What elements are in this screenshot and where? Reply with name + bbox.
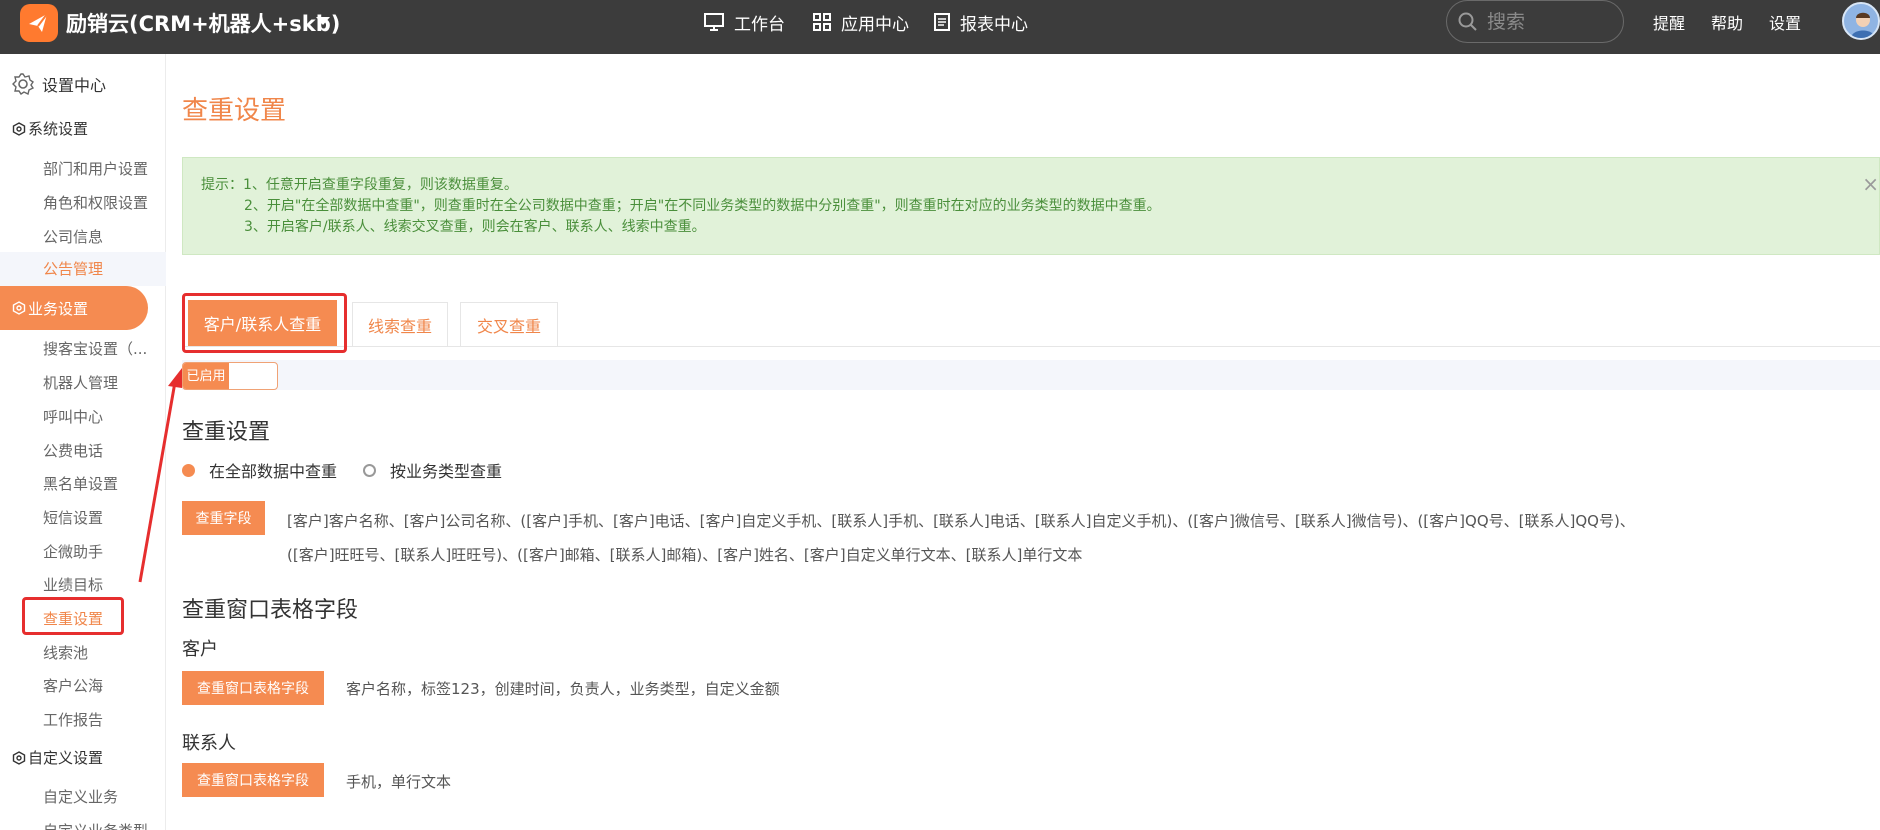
gear-icon [12,73,34,95]
sidebar-title-label: 设置中心 [42,76,107,95]
sidebar-item-custom-business[interactable]: 自定义业务 [43,786,153,807]
nav-app-center-label: 应用中心 [841,14,909,35]
sidebar-item-custom-business-type[interactable]: 自定义业务类型 [43,820,153,830]
app-logo-icon[interactable] [20,4,58,42]
tip-line-2: 2、开启"在全部数据中查重"，则查重时在全公司数据中查重；开启"在不同业务类型的… [244,198,1161,214]
radio-all-data[interactable]: 在全部数据中查重 [182,458,337,482]
radio-unselected-indicator [363,463,376,477]
sidebar-item-public-phone[interactable]: 公费电话 [43,440,153,461]
tab-lead-dedup[interactable]: 线索查重 [352,302,448,346]
radio-by-business-type-label: 按业务类型查重 [390,462,503,481]
contact-section-label: 联系人 [182,733,236,754]
nav-workbench-label: 工作台 [734,14,785,35]
customer-window-fields-button[interactable]: 查重窗口表格字段 [182,671,324,705]
settings-hex-icon [12,121,26,136]
contact-window-fields-button[interactable]: 查重窗口表格字段 [182,763,324,797]
nav-report-center[interactable]: 报表中心 [934,10,1028,35]
sidebar-group-system-label: 系统设置 [28,120,89,138]
sidebar: 设置中心 系统设置 部门和用户设置 角色和权限设置 公司信息 公告管理 业务设置… [0,54,166,830]
sidebar-group-custom-label: 自定义设置 [28,749,104,767]
tip-alert: 提示：1、任意开启查重字段重复，则该数据重复。 2、开启"在全部数据中查重"，则… [182,157,1880,255]
annotation-highlight-sidebar [22,597,124,635]
radio-by-business-type[interactable]: 按业务类型查重 [363,458,502,482]
search-box[interactable] [1446,0,1624,43]
monitor-icon [704,13,724,31]
sidebar-item-sms[interactable]: 短信设置 [43,507,153,528]
dedup-settings-heading: 查重设置 [182,420,271,445]
dedup-fields-list: [客户]客户名称、[客户]公司名称、([客户]手机、[客户]电话、[客户]自定义… [287,512,1635,564]
sidebar-item-company-info[interactable]: 公司信息 [43,226,153,247]
sidebar-item-performance-goals[interactable]: 业绩目标 [43,574,153,595]
radio-all-data-label: 在全部数据中查重 [209,462,338,481]
customer-section-label: 客户 [182,639,218,660]
sidebar-item-work-report[interactable]: 工作报告 [43,709,153,730]
enable-toggle-label: 已启用 [183,363,229,389]
tabs-divider [182,346,1880,347]
nav-workbench[interactable]: 工作台 [704,10,785,35]
sidebar-item-customer-pool[interactable]: 客户公海 [43,675,153,696]
settings-hex-icon [12,750,26,765]
top-bar: 励销云(CRM+机器人+skb) 工作台 应用中心 报表中心 提醒 帮助 [0,0,1880,54]
help-link[interactable]: 帮助 [1711,10,1743,34]
search-icon [1458,12,1477,31]
sidebar-item-soukebao[interactable]: 搜客宝设置（... [43,338,153,359]
brand-name[interactable]: 励销云(CRM+机器人+skb) [66,8,340,38]
nav-report-center-label: 报表中心 [960,14,1028,35]
sidebar-item-departments-users[interactable]: 部门和用户设置 [43,158,153,179]
sidebar-item-blacklist[interactable]: 黑名单设置 [43,473,153,494]
sidebar-item-roles-permissions[interactable]: 角色和权限设置 [43,192,153,213]
window-fields-heading: 查重窗口表格字段 [182,598,359,623]
chevron-down-icon[interactable] [316,17,330,25]
sidebar-group-business[interactable]: 业务设置 [0,286,148,330]
close-icon[interactable]: × [1862,174,1879,195]
switch-row [182,360,1880,390]
annotation-highlight-tab [182,293,347,353]
enable-toggle[interactable]: 已启用 [182,362,278,390]
customer-window-fields-value: 客户名称，标签123，创建时间，负责人，业务类型，自定义金额 [346,680,780,698]
sidebar-group-custom[interactable]: 自定义设置 [12,747,103,768]
sidebar-item-lead-pool[interactable]: 线索池 [43,642,153,663]
user-avatar-icon [1851,12,1875,38]
tab-cross-dedup[interactable]: 交叉查重 [460,302,558,346]
avatar[interactable] [1842,2,1880,40]
reminder-link[interactable]: 提醒 [1653,10,1685,34]
nav-app-center[interactable]: 应用中心 [813,10,909,35]
page-title: 查重设置 [182,96,287,126]
settings-hex-icon [12,301,26,315]
tip-line-3: 3、开启客户/联系人、线索交叉查重，则会在客户、联系人、线索中查重。 [244,219,706,235]
sidebar-group-business-label: 业务设置 [28,299,89,318]
report-icon [934,13,950,31]
sidebar-item-call-center[interactable]: 呼叫中心 [43,406,153,427]
sidebar-item-wecom-assistant[interactable]: 企微助手 [43,541,153,562]
sidebar-item-announcements[interactable]: 公告管理 [0,252,166,286]
settings-link[interactable]: 设置 [1769,10,1801,34]
grid-icon [813,13,831,31]
contact-window-fields-value: 手机，单行文本 [346,773,452,791]
dedup-fields-button[interactable]: 查重字段 [182,501,265,535]
sidebar-group-system[interactable]: 系统设置 [12,118,88,139]
search-input[interactable] [1487,10,1617,34]
tip-line-1: 提示：1、任意开启查重字段重复，则该数据重复。 [201,177,518,193]
sidebar-item-robots[interactable]: 机器人管理 [43,372,153,393]
radio-selected-indicator [182,463,195,477]
sidebar-title[interactable]: 设置中心 [12,72,106,96]
